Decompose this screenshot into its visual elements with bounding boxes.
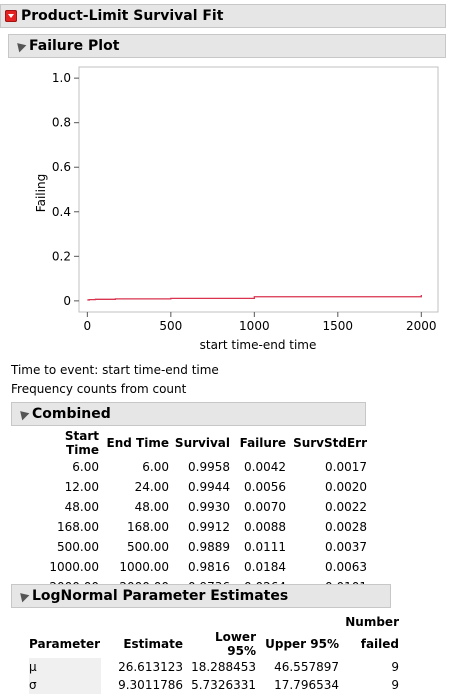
column-header: Number [345,615,399,629]
parameter-cell: μ [29,658,101,676]
x-tick-label: 500 [159,319,182,333]
table-row: 12.00 24.00 0.9944 0.0056 0.0020 [29,477,367,497]
table-row: 168.00 168.00 0.9912 0.0088 0.0028 [29,517,367,537]
parameter-cell: σ [29,676,101,694]
table-cell: 0.0056 [244,480,286,494]
report-header: Product-Limit Survival Fit [0,4,446,28]
table-cell: 0.9912 [188,520,230,534]
table-cell: 0.0111 [244,540,286,554]
table-cell: 168.00 [57,520,99,534]
table-cell: 0.0063 [325,560,367,574]
combined-table: Start Time End Time Survival Failure Sur… [29,429,367,597]
table-cell: 0.9816 [188,560,230,574]
failure-plot-title: Failure Plot [29,38,120,54]
table-row: μ 26.613123 18.288453 46.557897 9 [29,658,399,676]
x-tick-label: 1000 [239,319,270,333]
table-cell: 0.0042 [244,460,286,474]
y-tick-label: 1.0 [52,71,71,85]
table-cell: 12.00 [64,480,99,494]
table-cell: 48.00 [134,500,169,514]
table-cell: 1000.00 [49,560,99,574]
column-header: Failure [239,436,286,450]
table-cell: 0.0184 [244,560,286,574]
table-cell: 17.796534 [274,678,339,692]
table-cell: 9.3011786 [118,678,183,692]
table-cell: 9 [391,678,399,692]
y-tick-label: 0.6 [52,160,71,174]
y-axis-label: Failing [34,174,48,212]
y-tick-label: 0.8 [52,116,71,130]
column-header: Upper 95% [265,637,339,651]
table-cell: 168.00 [127,520,169,534]
table-cell: 46.557897 [274,660,339,674]
column-header: failed [360,637,399,651]
table-cell: 0.0070 [244,500,286,514]
table-cell: 0.9944 [188,480,230,494]
x-tick-label: 0 [84,319,92,333]
table-cell: 6.00 [142,460,169,474]
table-row: 48.00 48.00 0.9930 0.0070 0.0022 [29,497,367,517]
lognormal-title: LogNormal Parameter Estimates [32,588,289,604]
table-cell: 0.0020 [325,480,367,494]
lognormal-header[interactable]: LogNormal Parameter Estimates [11,584,391,608]
column-header: Lower 95% [214,630,256,658]
table-cell: 48.00 [64,500,99,514]
lognormal-table: Number Parameter Estimate Lower 95% Uppe… [29,614,399,694]
table-cell: 0.9930 [188,500,230,514]
time-to-event-note: Time to event: start time-end time [11,363,219,377]
table-row: 6.00 6.00 0.9958 0.0042 0.0017 [29,457,367,477]
table-cell: 9 [391,660,399,674]
table-cell: 500.00 [127,540,169,554]
disclosure-triangle-icon[interactable] [13,39,27,53]
failure-plot-header[interactable]: Failure Plot [8,34,446,58]
report-title: Product-Limit Survival Fit [21,8,224,24]
table-cell: 18.288453 [191,660,256,674]
y-tick-label: 0.4 [52,205,71,219]
combined-title: Combined [32,406,111,422]
column-header: Parameter [29,637,101,651]
disclosure-triangle-icon[interactable] [16,589,30,603]
table-cell: 0.0088 [244,520,286,534]
table-row: σ 9.3011786 5.7326331 17.796534 9 [29,676,399,694]
table-cell: 0.0037 [325,540,367,554]
table-cell: 24.00 [134,480,169,494]
y-tick-label: 0 [63,294,71,308]
failure-plot: 0 0.2 0.4 0.6 0.8 1.0 0 500 1000 1500 2000 Failin… [34,66,439,352]
x-tick-label: 2000 [406,319,437,333]
table-cell: 500.00 [57,540,99,554]
plot-frame [78,66,439,313]
table-row: 500.00 500.00 0.9889 0.0111 0.0037 [29,537,367,557]
table-cell: 5.7326331 [191,678,256,692]
table-row: 1000.00 1000.00 0.9816 0.0184 0.0063 [29,557,367,577]
frequency-note: Frequency counts from count [11,382,187,396]
x-tick-label: 1500 [323,319,354,333]
column-header: Start Time [64,429,99,457]
table-cell: 26.613123 [118,660,183,674]
x-axis-label: start time-end time [200,338,317,352]
table-cell: 0.0017 [325,460,367,474]
table-cell: 6.00 [72,460,99,474]
table-cell: 0.0022 [325,500,367,514]
disclosure-triangle-icon[interactable] [16,407,30,421]
column-header: Survival [174,436,230,450]
table-cell: 0.0028 [325,520,367,534]
table-cell: 1000.00 [119,560,169,574]
column-header: SurvStdErr [293,436,367,450]
table-cell: 0.9958 [188,460,230,474]
y-tick-label: 0.2 [52,249,71,263]
red-triangle-menu-icon[interactable] [5,10,17,22]
column-header: Estimate [123,637,183,651]
column-header: End Time [106,436,169,450]
combined-header[interactable]: Combined [11,402,366,426]
table-cell: 0.9889 [188,540,230,554]
